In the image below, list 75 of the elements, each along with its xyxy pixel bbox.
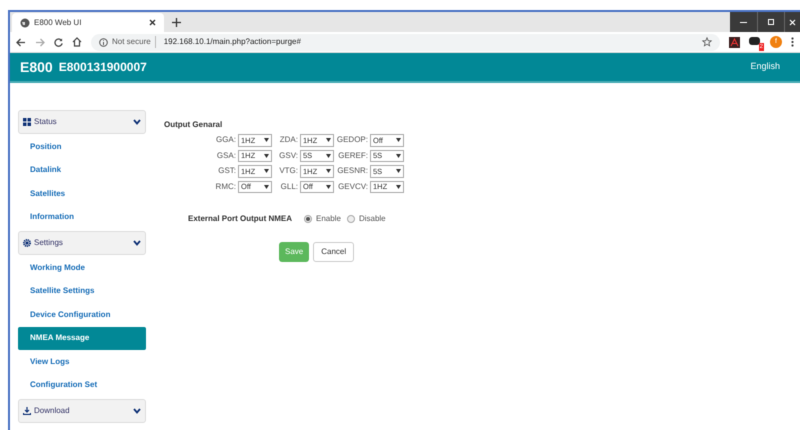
star-icon[interactable]: [702, 37, 712, 47]
cancel-button[interactable]: Cancel: [313, 242, 354, 262]
tab-title: E800 Web UI: [34, 16, 82, 28]
caret-icon: [326, 184, 331, 189]
radio-label: Disable: [358, 213, 386, 225]
product-name: E800: [20, 58, 53, 76]
nav-item[interactable]: Satellite Settings: [18, 280, 146, 303]
accordion-header[interactable]: Settings: [18, 231, 146, 255]
close-icon: [789, 18, 796, 26]
caret-icon: [326, 169, 331, 174]
caret-icon: [396, 138, 401, 142]
back-icon[interactable]: [16, 38, 26, 46]
accordion-label: Status: [34, 116, 58, 128]
field-label: GEDOP:: [336, 134, 369, 146]
nav-item[interactable]: NMEA Message: [18, 326, 146, 350]
field-label: ZDA:: [278, 134, 299, 146]
field-label: GSA:: [216, 150, 237, 162]
accordion-label: Download: [34, 405, 71, 417]
pdf-icon[interactable]: [729, 36, 740, 48]
info-icon[interactable]: [99, 38, 108, 46]
field-label: GEVCV:: [337, 180, 369, 193]
nav-item[interactable]: Satellites: [18, 182, 146, 206]
serial-number: E800131900007: [58, 59, 148, 76]
caret-icon: [326, 138, 331, 142]
nav-item[interactable]: View Logs: [18, 350, 146, 374]
nav-item[interactable]: Information: [18, 206, 146, 229]
field-label: External Port Output NMEA: [188, 213, 292, 225]
language-menu[interactable]: English: [750, 60, 780, 74]
field-label: GESNR:: [336, 165, 369, 178]
field-label: GEREF:: [337, 150, 369, 162]
chevron-down-icon: [133, 240, 141, 246]
field-label: GGA:: [214, 134, 237, 146]
nav-item[interactable]: Configuration Set: [18, 374, 146, 397]
radio-button[interactable]: [304, 215, 312, 223]
field-label: RMC:: [214, 180, 237, 193]
nav-item[interactable]: Device Configuration: [18, 303, 146, 326]
gear-icon: [23, 239, 31, 247]
nav-item[interactable]: Working Mode: [18, 256, 146, 280]
radio-button[interactable]: [346, 215, 355, 223]
security-label: Not secure: [112, 36, 156, 48]
accordion-header[interactable]: Download: [18, 399, 146, 423]
caret-icon: [264, 138, 269, 142]
address-bar[interactable]: Not secure 192.168.10.1/main.php?action=purge#: [91, 34, 720, 50]
download-icon: [23, 407, 31, 415]
restore-button[interactable]: [757, 12, 784, 32]
field-label: GST:: [217, 165, 237, 178]
home-icon[interactable]: [72, 37, 82, 47]
nav-item[interactable]: Datalink: [18, 158, 146, 182]
chevron-down-icon: [133, 408, 141, 414]
reload-icon[interactable]: [54, 38, 63, 46]
field-label: GLL:: [280, 180, 299, 193]
chevron-down-icon: [133, 119, 141, 125]
caret-icon: [264, 184, 269, 189]
url-text: 192.168.10.1/main.php?action=purge#: [162, 36, 302, 48]
browser-tab[interactable]: E800 Web UI: [12, 13, 164, 32]
grid-icon: [23, 118, 31, 126]
section-title: Output Genaral: [164, 119, 224, 131]
field-label: VTG:: [278, 165, 299, 178]
extension-icon[interactable]: [749, 36, 760, 46]
field-label: GSV:: [278, 150, 299, 162]
caret-icon: [396, 169, 401, 174]
caret-icon: [396, 184, 401, 189]
nav-item[interactable]: Position: [18, 135, 146, 158]
globe-icon: [20, 18, 30, 28]
close-icon[interactable]: [149, 19, 156, 26]
caret-icon: [264, 154, 269, 158]
caret-icon: [264, 169, 269, 174]
accordion-header[interactable]: Status: [18, 110, 146, 134]
caret-icon: [396, 154, 401, 158]
close-button[interactable]: [784, 12, 800, 32]
new-tab-icon[interactable]: [172, 18, 181, 27]
caret-icon: [326, 154, 331, 158]
radio-label: Enable: [316, 213, 341, 225]
accordion-label: Settings: [34, 237, 64, 249]
menu-icon[interactable]: [791, 37, 794, 47]
